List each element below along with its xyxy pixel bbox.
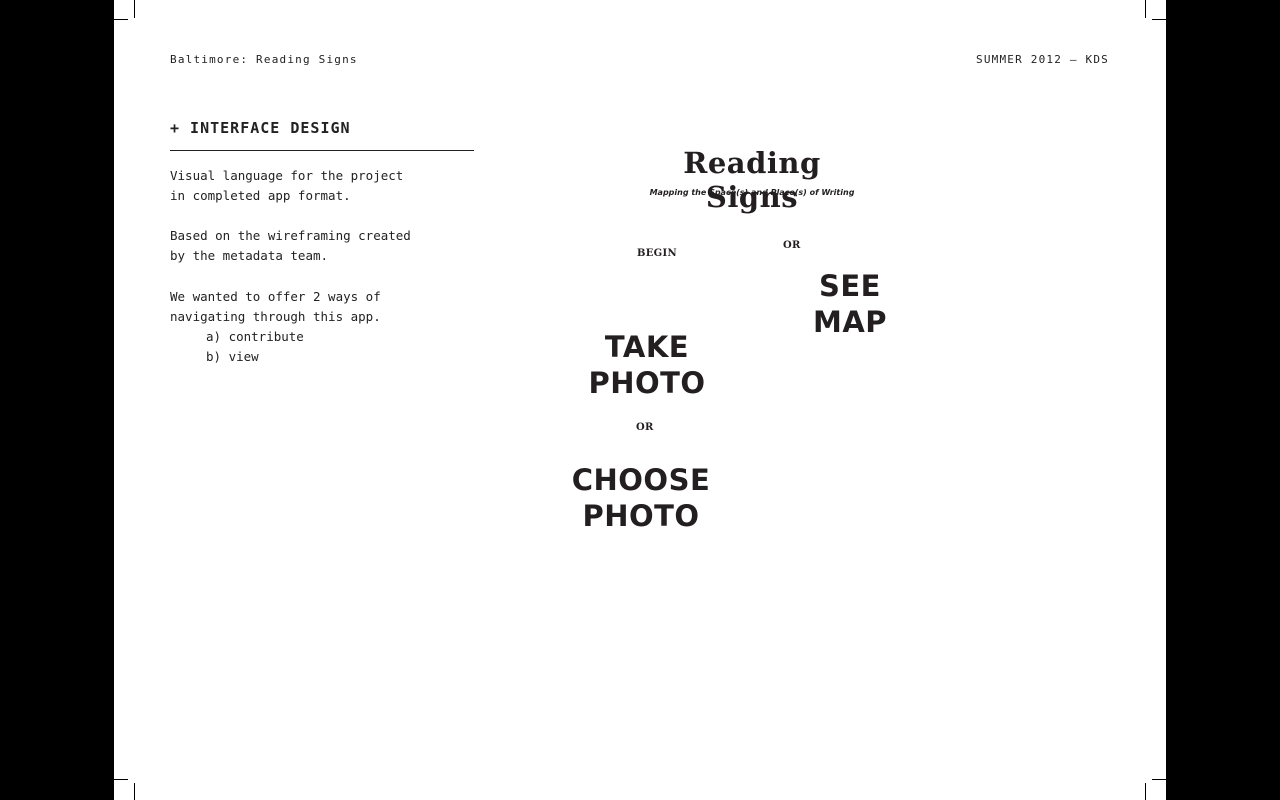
crop-mark <box>134 0 135 18</box>
choose-photo-button[interactable]: CHOOSE PHOTO <box>561 462 721 534</box>
crop-mark <box>1145 0 1146 18</box>
list-item-view: b) view <box>206 349 259 364</box>
running-header-left: Baltimore: Reading Signs <box>170 53 358 66</box>
take-photo-line: TAKE <box>604 330 690 364</box>
see-map-line: MAP <box>812 305 888 339</box>
crop-mark <box>114 779 128 780</box>
document-page: Baltimore: Reading Signs SUMMER 2012 – K… <box>114 0 1166 800</box>
text-line: navigating through this app. <box>170 309 381 324</box>
crop-mark <box>134 783 135 800</box>
text-line: Based on the wireframing created <box>170 228 411 243</box>
text-line: Visual language for the project <box>170 168 404 183</box>
section-heading: + INTERFACE DESIGN <box>170 119 351 137</box>
begin-label: BEGIN <box>637 248 677 259</box>
take-photo-line: PHOTO <box>588 366 706 400</box>
or-label-top: OR <box>783 240 801 251</box>
choose-photo-line: PHOTO <box>582 499 700 533</box>
crop-mark <box>114 19 128 20</box>
list-item-contribute: a) contribute <box>206 329 304 344</box>
choose-photo-line: CHOOSE <box>571 463 711 497</box>
description-paragraph-2: Based on the wireframing created by the … <box>170 226 490 266</box>
see-map-line: SEE <box>818 269 881 303</box>
heading-rule <box>170 150 474 151</box>
description-paragraph-3: We wanted to offer 2 ways of navigating … <box>170 287 490 367</box>
text-line: by the metadata team. <box>170 248 329 263</box>
crop-mark <box>1145 783 1146 800</box>
text-line: in completed app format. <box>170 188 351 203</box>
app-title: Reading Signs <box>683 146 821 214</box>
crop-mark <box>1152 779 1166 780</box>
description-paragraph-1: Visual language for the project in compl… <box>170 166 490 206</box>
text-line: We wanted to offer 2 ways of <box>170 289 381 304</box>
or-label-bottom: OR <box>636 422 654 433</box>
app-subtitle: Mapping the Space(s) and Place(s) of Wri… <box>649 188 855 197</box>
crop-mark <box>1152 19 1166 20</box>
running-header-right: SUMMER 2012 – KDS <box>976 53 1109 66</box>
take-photo-button[interactable]: TAKE PHOTO <box>577 329 717 401</box>
see-map-button[interactable]: SEE MAP <box>790 268 910 340</box>
